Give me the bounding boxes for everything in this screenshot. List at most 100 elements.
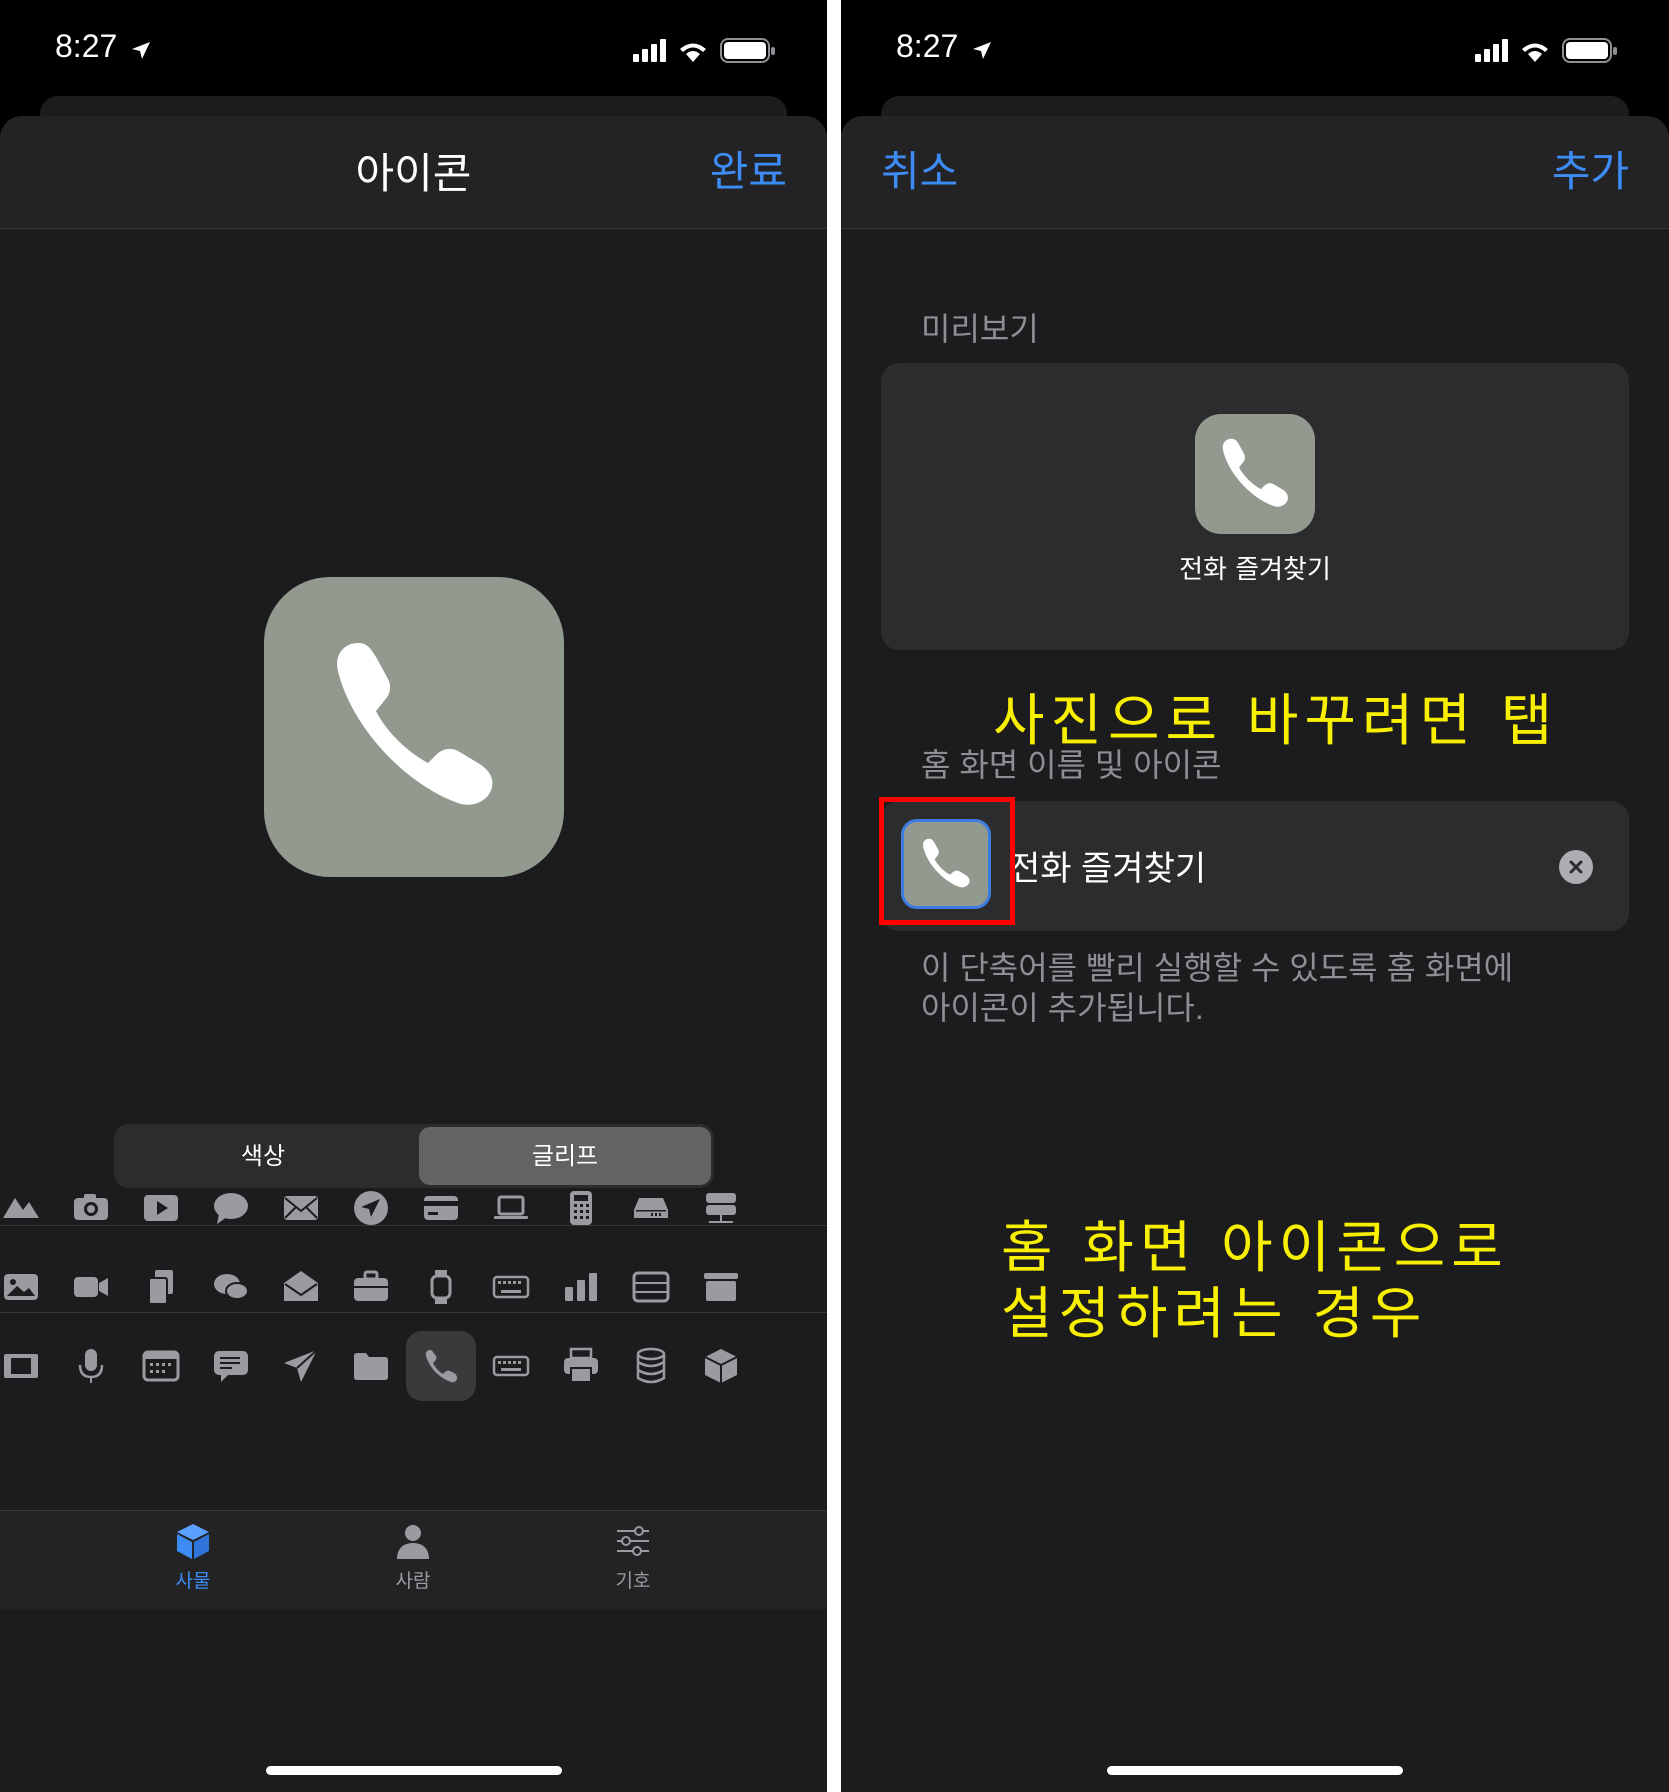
annotation-line1: 홈 화면 아이콘으로 (1001, 1216, 1509, 1281)
glyph-speech-bubble[interactable] (196, 1173, 266, 1243)
glyph-tray[interactable] (686, 1252, 756, 1322)
server-rack-icon (706, 1193, 736, 1223)
glyph-chat-bubbles[interactable] (196, 1252, 266, 1322)
glyph-credit-card[interactable] (406, 1173, 476, 1243)
add-button[interactable]: 추가 (1552, 138, 1629, 199)
glyph-location-arrow[interactable] (336, 1173, 406, 1243)
glyph-calculator[interactable] (546, 1173, 616, 1243)
annotation-line2: 설정하려는 경우 (1001, 1282, 1428, 1347)
tray-icon (704, 1273, 738, 1301)
glyph-server-rack[interactable] (686, 1173, 756, 1243)
preview-card: 전화 즐겨찾기 (881, 363, 1629, 650)
status-time: 8:27 (896, 28, 959, 64)
credit-card-icon (424, 1196, 458, 1220)
glyph-envelope[interactable] (266, 1173, 336, 1243)
glyph-paper-plane[interactable] (266, 1331, 336, 1401)
footer-note-line1: 이 단축어를 빨리 실행할 수 있도록 홈 화면에 (921, 950, 1514, 986)
printer-icon (564, 1347, 598, 1383)
status-time: 8:27 (55, 28, 118, 64)
status-icons (1475, 36, 1635, 70)
glyph-watch[interactable] (406, 1252, 476, 1322)
glyph-folder[interactable] (336, 1331, 406, 1401)
documents-icon (148, 1270, 173, 1305)
chat-bubbles-icon (214, 1274, 249, 1300)
glyph-keyboard-small[interactable] (476, 1331, 546, 1401)
glyph-camera[interactable] (56, 1173, 126, 1243)
glyph-microphone[interactable] (56, 1331, 126, 1401)
briefcase-icon (354, 1270, 388, 1301)
tab-symbols[interactable]: 기호 (573, 1521, 693, 1593)
tab-people-label: 사람 (395, 1570, 431, 1592)
signal-wifi-battery-icon (633, 38, 775, 63)
nav-bar: 아이콘 완료 (0, 116, 827, 229)
microphone-icon (78, 1349, 104, 1383)
footer-note: 이 단축어를 빨리 실행할 수 있도록 홈 화면에 아이콘이 추가됩니다. (921, 948, 1513, 1028)
location-arrow-icon (973, 42, 991, 59)
preview-app-name: 전화 즐겨찾기 (1179, 555, 1331, 585)
bar-chart-icon (565, 1273, 597, 1301)
phone-icon (1222, 438, 1288, 507)
video-camera-icon (74, 1277, 108, 1297)
glyph-laptop[interactable] (476, 1173, 546, 1243)
tab-objects[interactable]: 사물 (133, 1521, 253, 1593)
page-title: 아이콘 (355, 150, 472, 197)
home-section-label: 홈 화면 이름 및 아이콘 (921, 747, 1222, 783)
glyph-documents[interactable] (126, 1252, 196, 1322)
paper-plane-icon (284, 1349, 318, 1382)
icon-picker-screen: 8:27 아이콘 완료 색상 글리프 사물 사람 기호 (0, 0, 827, 1792)
camera-icon (74, 1194, 108, 1220)
envelope-icon (284, 1196, 318, 1220)
preview-section-label: 미리보기 (921, 311, 1039, 347)
annotation-home-screen-icon: 홈 화면 아이콘으로 설정하려는 경우 (1001, 1216, 1509, 1348)
glyph-hard-drive[interactable] (616, 1173, 686, 1243)
glyph-printer[interactable] (546, 1331, 616, 1401)
glyph-message-text[interactable] (196, 1331, 266, 1401)
nav-bar: 취소 추가 (841, 116, 1669, 229)
film-icon (4, 1354, 38, 1378)
glyph-photo[interactable] (0, 1252, 56, 1322)
preview-app-icon (1195, 414, 1315, 534)
clear-text-button[interactable] (1559, 850, 1593, 884)
glyph-film[interactable] (0, 1331, 56, 1401)
glyph-briefcase[interactable] (336, 1252, 406, 1322)
glyph-mountain[interactable] (0, 1173, 56, 1243)
archive-box-icon (632, 1271, 670, 1303)
tab-people[interactable]: 사람 (353, 1521, 473, 1593)
status-icons (633, 36, 793, 70)
home-indicator (1107, 1766, 1403, 1775)
glyph-bar-chart[interactable] (546, 1252, 616, 1322)
close-icon (1569, 860, 1583, 874)
phone-icon (337, 643, 493, 805)
glyph-cube-outline[interactable] (686, 1331, 756, 1401)
cube-icon (177, 1524, 209, 1559)
glyph-play-rectangle[interactable] (126, 1173, 196, 1243)
photo-icon (4, 1274, 38, 1300)
glyph-calendar[interactable] (126, 1331, 196, 1401)
keyboard-icon (492, 1275, 530, 1299)
glyph-envelope-open[interactable] (266, 1252, 336, 1322)
tab-symbols-label: 기호 (615, 1570, 651, 1592)
glyph-phone[interactable] (406, 1331, 476, 1401)
location-arrow-icon (132, 42, 150, 59)
highlight-box (879, 797, 1015, 925)
glyph-video-camera[interactable] (56, 1252, 126, 1322)
shortcut-name-field[interactable]: 전화 즐겨찾기 (1009, 841, 1206, 890)
envelope-open-icon (284, 1271, 318, 1301)
calendar-icon (142, 1350, 180, 1382)
database-icon (636, 1347, 666, 1384)
mountain-icon (3, 1198, 39, 1218)
glyph-keyboard[interactable] (476, 1252, 546, 1322)
calculator-icon (570, 1191, 592, 1225)
hard-drive-icon (634, 1198, 668, 1218)
phone-icon (425, 1350, 457, 1383)
play-rectangle-icon (144, 1195, 178, 1221)
add-to-home-screen: 8:27 취소 추가 미리보기 전화 즐겨찾기 사진으로 바꾸려면 탭 홈 화면… (841, 0, 1669, 1792)
laptop-icon (494, 1195, 528, 1219)
cube-outline-icon (704, 1349, 738, 1383)
glyph-archive-box[interactable] (616, 1252, 686, 1322)
done-button[interactable]: 완료 (710, 138, 787, 199)
cancel-button[interactable]: 취소 (881, 138, 958, 199)
person-icon (397, 1525, 429, 1559)
glyph-database[interactable] (616, 1331, 686, 1401)
tab-objects-label: 사물 (175, 1570, 211, 1592)
